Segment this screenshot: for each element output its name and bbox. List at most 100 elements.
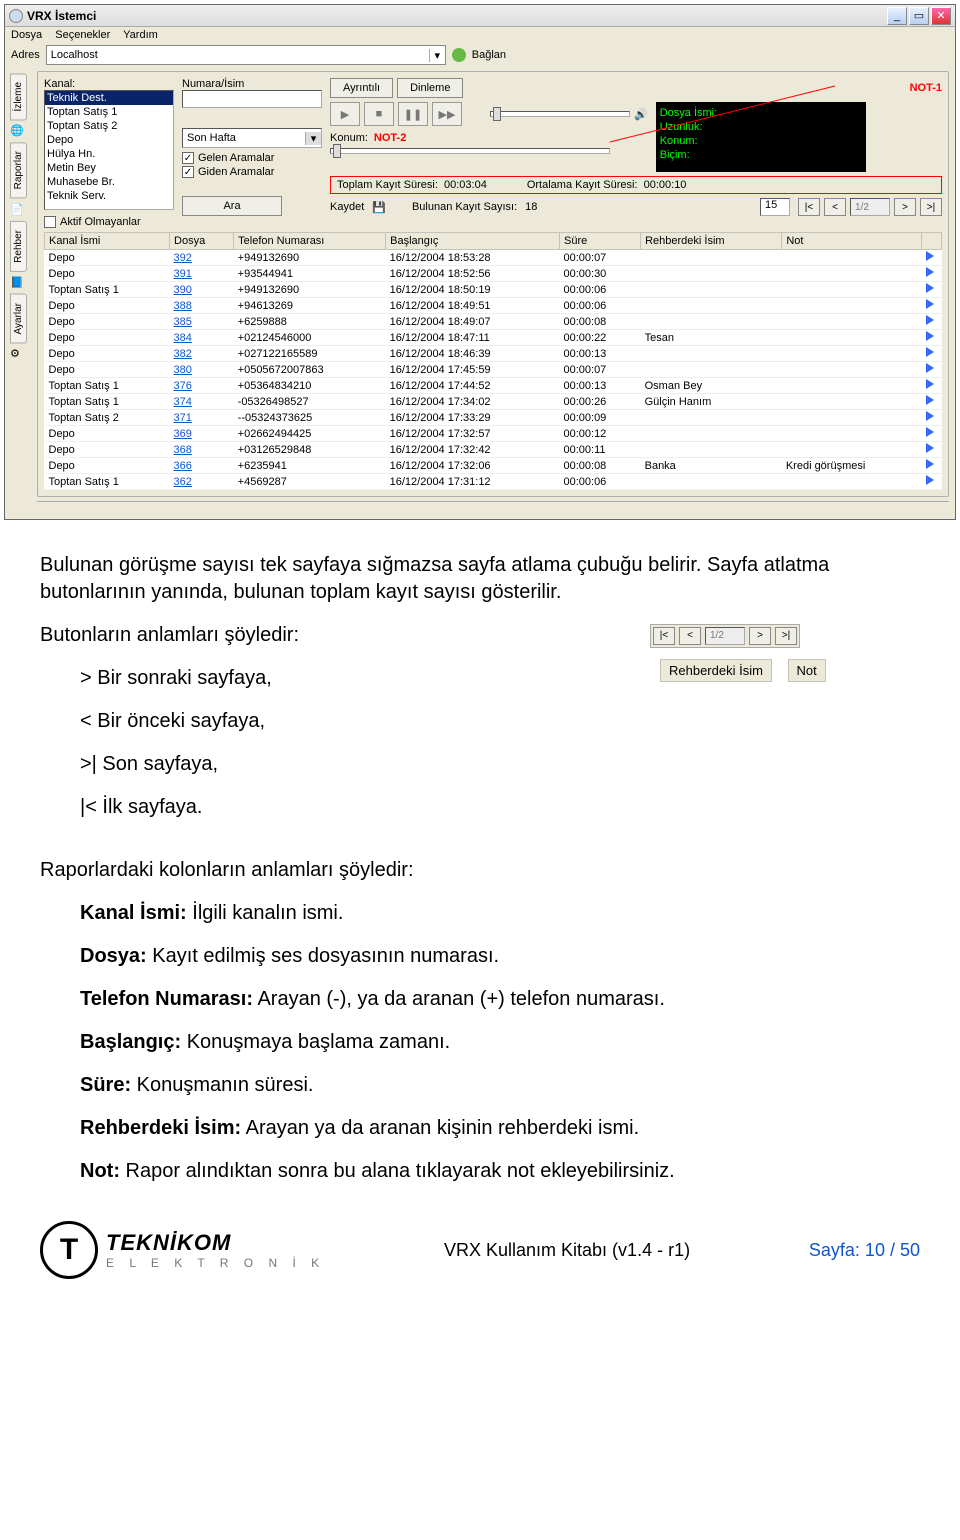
table-row[interactable]: Depo380+050567200786316/12/2004 17:45:59… <box>45 362 942 378</box>
tab-ayarlar[interactable]: Ayarlar <box>10 294 27 344</box>
play-icon[interactable] <box>926 363 934 373</box>
titlebar: VRX İstemci _ ▭ ✕ <box>5 5 955 27</box>
column-header[interactable]: Dosya <box>170 233 234 250</box>
file-info-panel: Dosya İsmi: Uzunluk: Konum: Biçim: <box>656 102 866 172</box>
table-row[interactable]: Depo392+94913269016/12/2004 18:53:2800:0… <box>45 250 942 266</box>
table-row[interactable]: Toptan Satış 1390+94913269016/12/2004 18… <box>45 282 942 298</box>
window-title: VRX İstemci <box>27 9 887 23</box>
chevron-down-icon[interactable]: ▾ <box>429 49 445 62</box>
play-icon[interactable] <box>926 427 934 437</box>
status-bar <box>37 501 949 515</box>
outgoing-checkbox[interactable]: ✓ <box>182 166 194 178</box>
period-combo[interactable]: Son Hafta ▾ <box>182 128 322 148</box>
connect-icon <box>452 48 466 62</box>
brand-logo: T TEKNİKOM E L E K T R O N İ K <box>40 1221 325 1279</box>
first-page-button[interactable]: |< <box>798 198 820 216</box>
location-label: Konum: <box>330 132 368 144</box>
column-header[interactable]: Süre <box>559 233 640 250</box>
table-row[interactable]: Depo366+623594116/12/2004 17:32:0600:00:… <box>45 458 942 474</box>
inactive-label: Aktif Olmayanlar <box>60 216 141 228</box>
tab-izleme[interactable]: İzleme <box>10 73 27 120</box>
last-page-button[interactable]: >| <box>920 198 942 216</box>
detail-button[interactable]: Ayrıntılı <box>330 78 393 98</box>
table-row[interactable]: Toptan Satış 1376+0536483421016/12/2004 … <box>45 378 942 394</box>
column-header[interactable]: Telefon Numarası <box>234 233 386 250</box>
play-icon[interactable] <box>926 315 934 325</box>
menu-help[interactable]: Yardım <box>123 29 158 41</box>
channel-item[interactable]: Muhasebe Br. <box>45 175 173 189</box>
play-icon[interactable] <box>926 283 934 293</box>
side-tabs: İzleme 🌐 Raporlar 📄 Rehber 📘 Ayarlar ⚙ <box>5 67 31 519</box>
save-icon[interactable]: 💾 <box>372 201 386 214</box>
table-row[interactable]: Depo388+9461326916/12/2004 18:49:5100:00… <box>45 298 942 314</box>
menubar: Dosya Seçenekler Yardım <box>5 27 955 43</box>
play-icon[interactable] <box>926 251 934 261</box>
table-row[interactable]: Depo368+0312652984816/12/2004 17:32:4200… <box>45 442 942 458</box>
channel-item[interactable]: Toptan Satış 1 <box>45 105 173 119</box>
tab-raporlar[interactable]: Raporlar <box>10 142 27 198</box>
column-header[interactable]: Başlangıç <box>386 233 560 250</box>
table-row[interactable]: Depo385+625988816/12/2004 18:49:0700:00:… <box>45 314 942 330</box>
play-icon[interactable] <box>926 443 934 453</box>
name-input[interactable] <box>182 90 322 108</box>
play-icon[interactable] <box>926 299 934 309</box>
address-label: Adres <box>11 49 40 61</box>
channel-item[interactable]: Hülya Hn. <box>45 147 173 161</box>
play-icon[interactable] <box>926 379 934 389</box>
volume-slider[interactable] <box>490 111 630 117</box>
save-label: Kaydet <box>330 201 364 213</box>
play-icon[interactable] <box>926 267 934 277</box>
table-row[interactable]: Toptan Satış 1362+456928716/12/2004 17:3… <box>45 474 942 490</box>
summary-box: Toplam Kayıt Süresi: 00:03:04 Ortalama K… <box>330 176 942 194</box>
incoming-checkbox[interactable]: ✓ <box>182 152 194 164</box>
channel-label: Kanal: <box>44 78 174 90</box>
search-button[interactable]: Ara <box>182 196 282 216</box>
table-row[interactable]: Depo369+0266249442516/12/2004 17:32:5700… <box>45 426 942 442</box>
table-row[interactable]: Toptan Satış 1374-0532649852716/12/2004 … <box>45 394 942 410</box>
table-row[interactable]: Depo384+0212454600016/12/2004 18:47:1100… <box>45 330 942 346</box>
address-combo[interactable]: Localhost ▾ <box>46 45 446 65</box>
play-icon[interactable] <box>926 411 934 421</box>
menu-file[interactable]: Dosya <box>11 29 42 41</box>
channel-item[interactable]: Depo <box>45 133 173 147</box>
play-icon[interactable] <box>926 331 934 341</box>
channel-item[interactable]: Teknik Dest. <box>45 91 173 105</box>
table-row[interactable]: Depo391+9354494116/12/2004 18:52:5600:00… <box>45 266 942 282</box>
table-row[interactable]: Depo382+02712216558916/12/2004 18:46:390… <box>45 346 942 362</box>
next-page-button[interactable]: > <box>894 198 916 216</box>
page-footer: T TEKNİKOM E L E K T R O N İ K VRX Kulla… <box>0 1201 960 1289</box>
column-header[interactable]: Rehberdeki İsim <box>641 233 782 250</box>
chevron-down-icon[interactable]: ▾ <box>305 132 321 145</box>
tab-icon: 🌐 <box>10 124 26 140</box>
play-icon[interactable] <box>926 347 934 357</box>
column-header[interactable]: Not <box>782 233 922 250</box>
play-icon[interactable] <box>926 395 934 405</box>
table-row[interactable]: Toptan Satış 2371--0532437362516/12/2004… <box>45 410 942 426</box>
position-slider[interactable] <box>330 148 610 154</box>
connect-label[interactable]: Bağlan <box>472 49 506 61</box>
close-button[interactable]: ✕ <box>931 7 951 25</box>
channel-item[interactable]: Toptan Satış 2 <box>45 119 173 133</box>
prev-page-button[interactable]: < <box>824 198 846 216</box>
tab-rehber[interactable]: Rehber <box>10 221 27 272</box>
channel-item[interactable]: Metin Bey <box>45 161 173 175</box>
play-button[interactable]: ▶ <box>330 102 360 126</box>
play-icon[interactable] <box>926 475 934 485</box>
minimize-button[interactable]: _ <box>887 7 907 25</box>
maximize-button[interactable]: ▭ <box>909 7 929 25</box>
channel-list[interactable]: Teknik Dest.Toptan Satış 1Toptan Satış 2… <box>44 90 174 210</box>
pause-button[interactable]: ❚❚ <box>398 102 428 126</box>
listen-button[interactable]: Dinleme <box>397 78 463 98</box>
column-header[interactable]: Kanal İsmi <box>45 233 170 250</box>
inactive-checkbox[interactable] <box>44 216 56 228</box>
records-table: Kanal İsmiDosyaTelefon NumarasıBaşlangıç… <box>44 232 942 490</box>
note2-annotation: NOT-2 <box>374 132 406 144</box>
channel-item[interactable]: Teknik Serv. <box>45 189 173 203</box>
stop-button[interactable]: ■ <box>364 102 394 126</box>
tab-icon: 📘 <box>10 276 26 292</box>
page-size-input[interactable]: 15 <box>760 198 790 216</box>
menu-options[interactable]: Seçenekler <box>55 29 110 41</box>
play-icon[interactable] <box>926 459 934 469</box>
tab-icon: 📄 <box>10 203 26 219</box>
fwd-button[interactable]: ▶▶ <box>432 102 462 126</box>
